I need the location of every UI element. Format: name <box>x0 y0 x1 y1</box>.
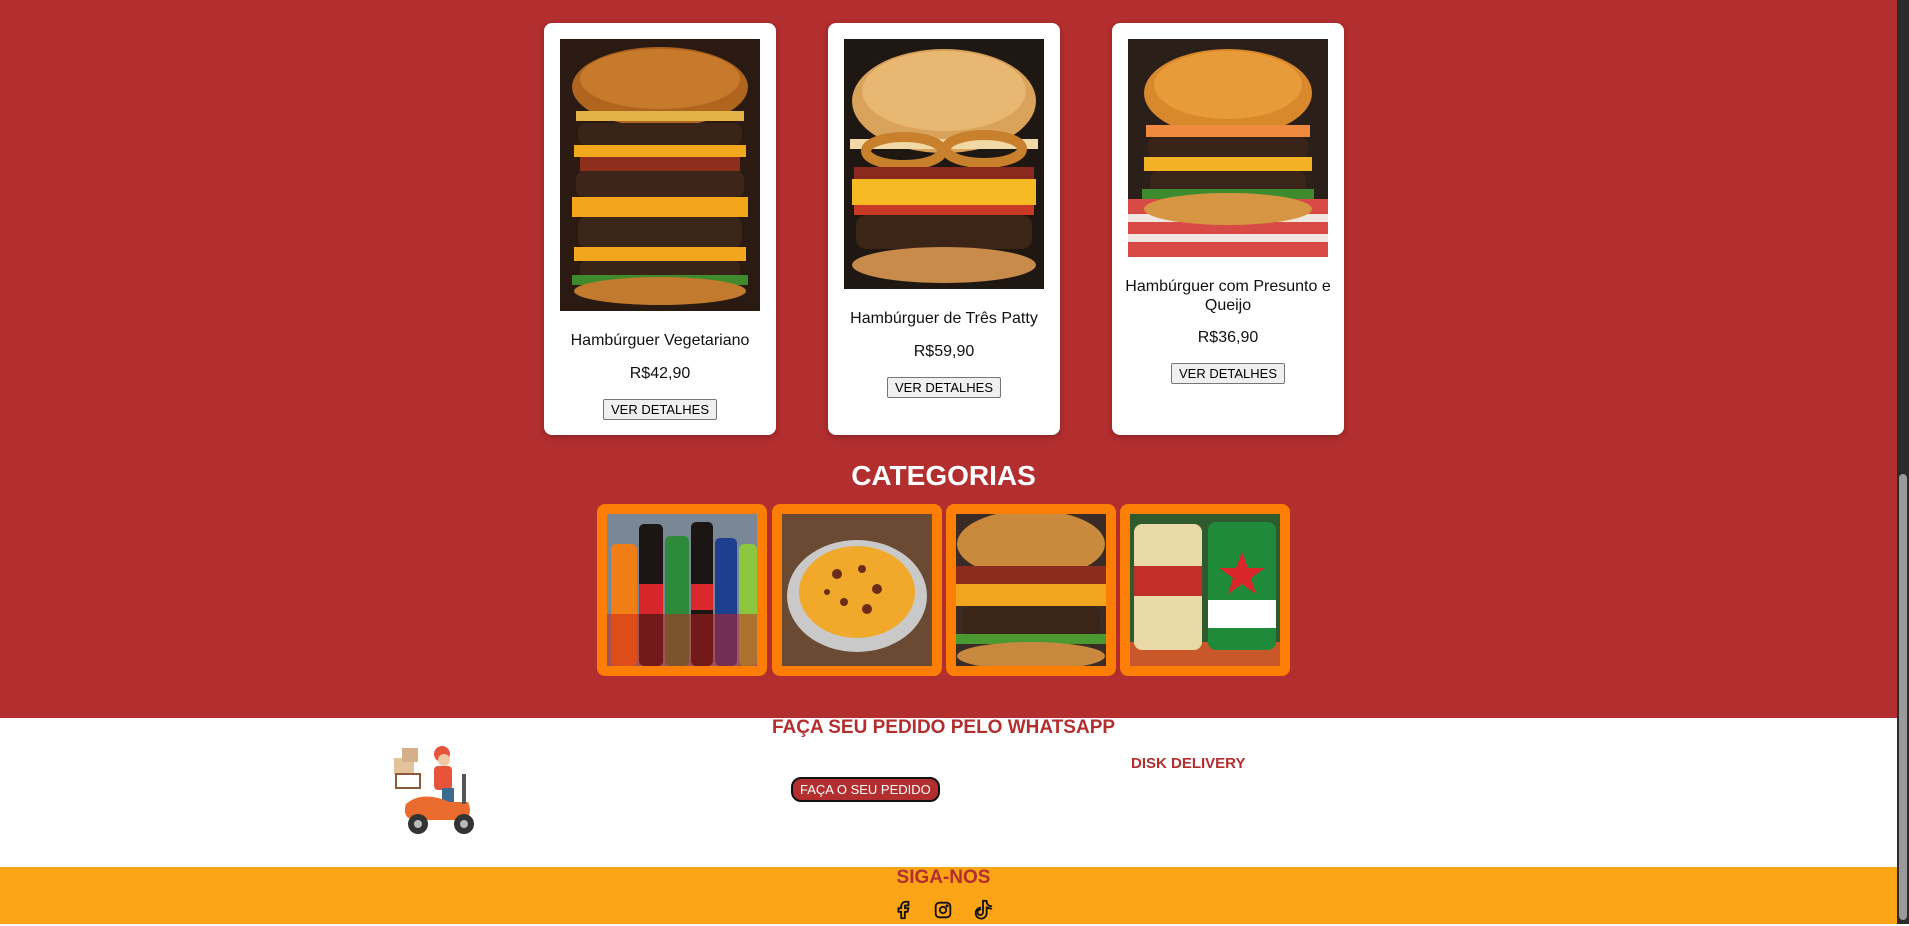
order-button[interactable]: FAÇA O SEU PEDIDO <box>791 777 940 802</box>
category-image <box>956 514 1106 666</box>
product-image <box>560 39 760 311</box>
tiktok-icon[interactable] <box>972 899 994 921</box>
product-price: R$36,90 <box>1197 329 1259 346</box>
category-image <box>782 514 932 666</box>
product-price: R$59,90 <box>913 343 975 360</box>
product-card: Hambúrguer Vegetariano R$42,90 VER DETAL… <box>544 23 776 435</box>
product-name: Hambúrguer de Três Patty <box>850 310 1038 327</box>
product-price: R$42,90 <box>629 365 691 382</box>
whatsapp-section <box>0 718 1897 867</box>
category-burgers[interactable] <box>946 504 1116 676</box>
view-details-button[interactable]: VER DETALHES <box>602 399 718 420</box>
follow-us-title: SIGA-NOS <box>896 867 991 888</box>
disk-delivery-label: DISK DELIVERY <box>1131 755 1246 772</box>
product-card: Hambúrguer de Três Patty R$59,90 VER DET… <box>828 23 1060 435</box>
product-name: Hambúrguer Vegetariano <box>570 332 750 349</box>
category-drinks[interactable] <box>597 504 767 676</box>
category-portions[interactable] <box>772 504 942 676</box>
category-beers[interactable] <box>1120 504 1290 676</box>
category-image <box>1130 514 1280 666</box>
product-image <box>1128 39 1328 257</box>
view-details-button[interactable]: VER DETALHES <box>1170 363 1286 384</box>
facebook-icon[interactable] <box>892 899 914 921</box>
delivery-scooter-illustration <box>392 744 490 842</box>
product-card: Hambúrguer com Presunto e Queijo R$36,90… <box>1112 23 1344 435</box>
whatsapp-title: FAÇA SEU PEDIDO PELO WHATSAPP <box>771 717 1116 738</box>
categories-title: CATEGORIAS <box>851 460 1036 491</box>
product-name: Hambúrguer com Presunto e Queijo <box>1125 278 1331 314</box>
product-image <box>844 39 1044 289</box>
view-details-button[interactable]: VER DETALHES <box>886 377 1002 398</box>
category-image <box>607 514 757 666</box>
page-scrollbar[interactable] <box>1897 0 1909 924</box>
scrollbar-thumb[interactable] <box>1899 474 1907 920</box>
instagram-icon[interactable] <box>932 899 954 921</box>
